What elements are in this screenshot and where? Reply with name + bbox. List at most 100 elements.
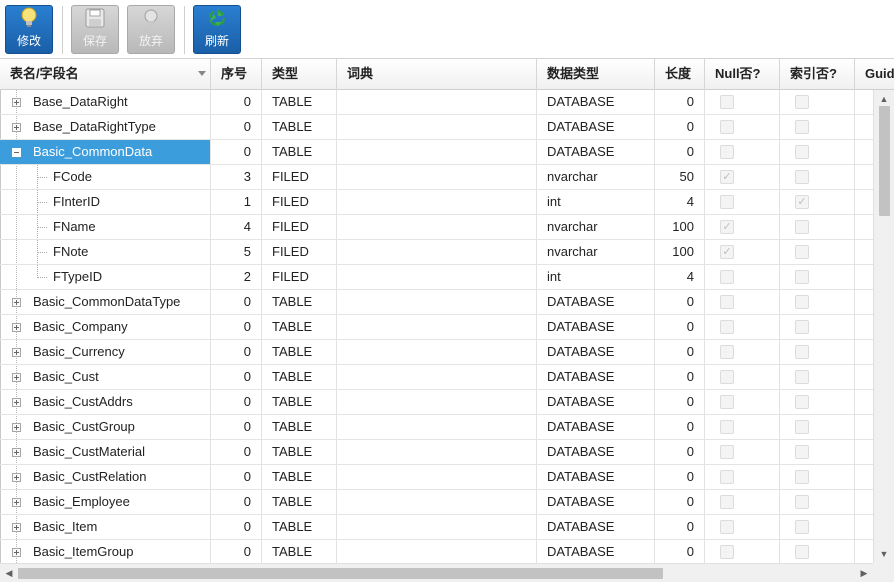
tree-name-cell[interactable]: Basic_CustMaterial <box>0 440 211 464</box>
nullable-checkbox[interactable]: ✓ <box>720 170 734 184</box>
column-header-datatype[interactable]: 数据类型 <box>537 59 655 90</box>
indexed-checkbox[interactable] <box>795 270 809 284</box>
tree-name-cell[interactable]: Basic_Cust <box>0 365 211 389</box>
indexed-checkbox[interactable] <box>795 220 809 234</box>
table-row[interactable]: Basic_Item 0 TABLE DATABASE 0 <box>0 515 873 540</box>
table-row[interactable]: Basic_CommonData 0 TABLE DATABASE 0 <box>0 140 873 165</box>
indexed-checkbox[interactable] <box>795 170 809 184</box>
tree-name-cell[interactable]: Basic_Company <box>0 315 211 339</box>
tree-name-cell[interactable]: FInterID <box>0 190 211 214</box>
indexed-checkbox[interactable] <box>795 120 809 134</box>
nullable-checkbox[interactable] <box>720 120 734 134</box>
expand-plus-icon[interactable] <box>12 348 21 357</box>
column-header-seq[interactable]: 序号 <box>211 59 262 90</box>
column-header-indexed[interactable]: 索引否? <box>780 59 855 90</box>
nullable-checkbox[interactable] <box>720 320 734 334</box>
tree-name-cell[interactable]: Basic_CommonDataType <box>0 290 211 314</box>
expand-plus-icon[interactable] <box>12 123 21 132</box>
vertical-scroll-thumb[interactable] <box>879 106 890 216</box>
tree-name-cell[interactable]: Base_DataRightType <box>0 115 211 139</box>
table-row[interactable]: Basic_CommonDataType 0 TABLE DATABASE 0 <box>0 290 873 315</box>
expand-plus-icon[interactable] <box>12 423 21 432</box>
table-row[interactable]: FInterID 1 FILED int 4 ✓ <box>0 190 873 215</box>
vertical-scrollbar[interactable]: ▲ ▼ <box>873 90 894 563</box>
table-row[interactable]: Base_DataRightType 0 TABLE DATABASE 0 <box>0 115 873 140</box>
table-row[interactable]: FTypeID 2 FILED int 4 <box>0 265 873 290</box>
tree-name-cell[interactable]: Base_DataRight <box>0 90 211 114</box>
expand-plus-icon[interactable] <box>12 448 21 457</box>
expand-plus-icon[interactable] <box>12 498 21 507</box>
scroll-left-arrow-icon[interactable]: ◀ <box>0 564 18 582</box>
table-row[interactable]: Basic_Company 0 TABLE DATABASE 0 <box>0 315 873 340</box>
sort-dropdown-icon[interactable] <box>198 71 206 76</box>
indexed-checkbox[interactable] <box>795 445 809 459</box>
table-row[interactable]: Basic_CustMaterial 0 TABLE DATABASE 0 <box>0 440 873 465</box>
column-header-dict[interactable]: 词典 <box>337 59 537 90</box>
table-row[interactable]: Basic_Cust 0 TABLE DATABASE 0 <box>0 365 873 390</box>
indexed-checkbox[interactable] <box>795 520 809 534</box>
tree-name-cell[interactable]: FTypeID <box>0 265 211 289</box>
tree-name-cell[interactable]: Basic_CustGroup <box>0 415 211 439</box>
nullable-checkbox[interactable] <box>720 470 734 484</box>
column-header-type[interactable]: 类型 <box>262 59 337 90</box>
table-row[interactable]: Base_DataRight 0 TABLE DATABASE 0 <box>0 90 873 115</box>
expand-plus-icon[interactable] <box>12 323 21 332</box>
indexed-checkbox[interactable] <box>795 295 809 309</box>
table-row[interactable]: Basic_Employee 0 TABLE DATABASE 0 <box>0 490 873 515</box>
tree-name-cell[interactable]: Basic_Item <box>0 515 211 539</box>
indexed-checkbox[interactable] <box>795 495 809 509</box>
table-row[interactable]: FNote 5 FILED nvarchar 100 ✓ <box>0 240 873 265</box>
nullable-checkbox[interactable] <box>720 345 734 359</box>
nullable-checkbox[interactable] <box>720 370 734 384</box>
tree-name-cell[interactable]: Basic_CustAddrs <box>0 390 211 414</box>
indexed-checkbox[interactable] <box>795 320 809 334</box>
collapse-minus-icon[interactable] <box>12 148 21 157</box>
indexed-checkbox[interactable] <box>795 95 809 109</box>
edit-button[interactable]: 修改 <box>5 5 53 54</box>
indexed-checkbox[interactable] <box>795 395 809 409</box>
column-header-nullable[interactable]: Null否? <box>705 59 780 90</box>
indexed-checkbox[interactable] <box>795 370 809 384</box>
tree-name-cell[interactable]: Basic_Employee <box>0 490 211 514</box>
scroll-right-arrow-icon[interactable]: ▶ <box>855 564 873 582</box>
nullable-checkbox[interactable] <box>720 545 734 559</box>
table-row[interactable]: Basic_Currency 0 TABLE DATABASE 0 <box>0 340 873 365</box>
refresh-button[interactable]: 刷新 <box>193 5 241 54</box>
horizontal-scroll-thumb[interactable] <box>18 568 663 579</box>
indexed-checkbox[interactable] <box>795 345 809 359</box>
indexed-checkbox[interactable] <box>795 470 809 484</box>
table-row[interactable]: FCode 3 FILED nvarchar 50 ✓ <box>0 165 873 190</box>
column-header-length[interactable]: 长度 <box>655 59 705 90</box>
tree-name-cell[interactable]: Basic_Currency <box>0 340 211 364</box>
indexed-checkbox[interactable]: ✓ <box>795 195 809 209</box>
table-row[interactable]: Basic_CustRelation 0 TABLE DATABASE 0 <box>0 465 873 490</box>
table-row[interactable]: Basic_CustGroup 0 TABLE DATABASE 0 <box>0 415 873 440</box>
nullable-checkbox[interactable]: ✓ <box>720 245 734 259</box>
indexed-checkbox[interactable] <box>795 145 809 159</box>
nullable-checkbox[interactable] <box>720 295 734 309</box>
nullable-checkbox[interactable] <box>720 145 734 159</box>
table-row[interactable]: FName 4 FILED nvarchar 100 ✓ <box>0 215 873 240</box>
column-header-name[interactable]: 表名/字段名 <box>0 59 211 90</box>
expand-plus-icon[interactable] <box>12 398 21 407</box>
expand-plus-icon[interactable] <box>12 98 21 107</box>
save-button[interactable]: 保存 <box>71 5 119 54</box>
scroll-down-arrow-icon[interactable]: ▼ <box>874 545 894 563</box>
indexed-checkbox[interactable] <box>795 420 809 434</box>
nullable-checkbox[interactable] <box>720 420 734 434</box>
expand-plus-icon[interactable] <box>12 373 21 382</box>
tree-name-cell[interactable]: FCode <box>0 165 211 189</box>
tree-name-cell[interactable]: FName <box>0 215 211 239</box>
expand-plus-icon[interactable] <box>12 473 21 482</box>
tree-name-cell[interactable]: Basic_CommonData <box>0 140 211 164</box>
tree-name-cell[interactable]: Basic_CustRelation <box>0 465 211 489</box>
tree-name-cell[interactable]: Basic_ItemGroup <box>0 540 211 563</box>
indexed-checkbox[interactable] <box>795 245 809 259</box>
nullable-checkbox[interactable] <box>720 195 734 209</box>
expand-plus-icon[interactable] <box>12 523 21 532</box>
horizontal-scrollbar[interactable]: ◀ ▶ <box>0 563 873 582</box>
table-row[interactable]: Basic_ItemGroup 0 TABLE DATABASE 0 <box>0 540 873 563</box>
expand-plus-icon[interactable] <box>12 298 21 307</box>
indexed-checkbox[interactable] <box>795 545 809 559</box>
nullable-checkbox[interactable] <box>720 270 734 284</box>
